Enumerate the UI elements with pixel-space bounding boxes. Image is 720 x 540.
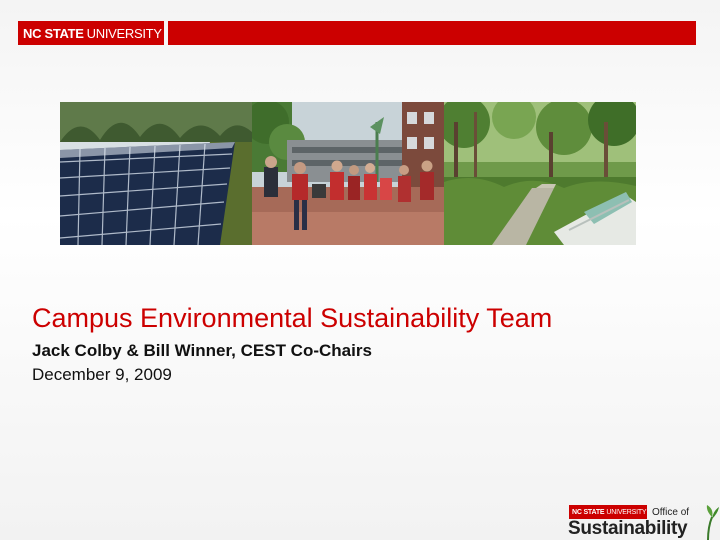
photo-strip xyxy=(60,102,636,245)
leaf-icon xyxy=(706,505,719,540)
solar-panels-icon xyxy=(60,102,252,245)
logo-sustainability-text: Sustainability xyxy=(568,518,688,539)
logo-strong-text: NC STATE xyxy=(23,25,84,41)
logo-strong-text: NC STATE xyxy=(572,508,605,516)
nc-state-logo: NC STATE UNIVERSITY xyxy=(18,21,164,45)
logo-office-text: Office of xyxy=(652,507,690,518)
logo-light-text: UNIVERSITY xyxy=(606,508,647,516)
slide-date: December 9, 2009 xyxy=(32,365,172,384)
slide-subtitle: Jack Colby & Bill Winner, CEST Co-Chairs xyxy=(32,341,372,360)
header-red-bar xyxy=(168,21,696,45)
office-of-sustainability-logo: NC STATE UNIVERSITY Office of Sustainabi… xyxy=(566,503,720,540)
header-bar: NC STATE UNIVERSITY xyxy=(0,0,720,60)
students-walking-icon xyxy=(252,102,444,245)
slide-title: Campus Environmental Sustainability Team xyxy=(32,303,553,333)
greenway-trail-icon xyxy=(444,102,636,245)
logo-light-text: UNIVERSITY xyxy=(86,25,162,41)
logo-red-bar: NC STATE UNIVERSITY xyxy=(569,505,647,519)
